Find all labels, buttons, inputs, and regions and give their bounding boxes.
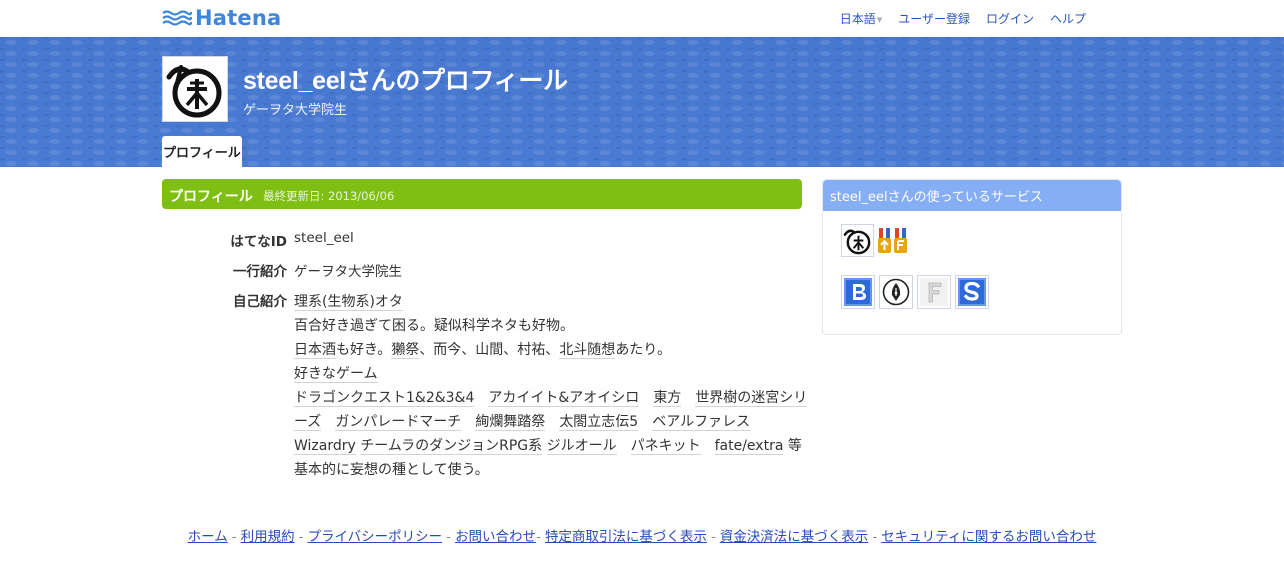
footer-separator: - [446,529,452,545]
logo-text: Hatena [195,6,282,30]
footer-privacy-link[interactable]: プライバシーポリシー [307,529,442,545]
intro-line: ドラゴンクエスト1&2&3&4 アカイイト&アオイシロ 東方 世界樹の迷宮シリ [294,386,808,410]
intro-text-fragment: 等 [783,438,802,454]
field-label-oneline: 一行紹介 [233,264,287,280]
services-panel: steel_eelさんの使っているサービス [822,179,1122,335]
avatar-emblem-icon [166,65,222,118]
intro-line: 理系(生物系)オタ [294,290,802,314]
keyword-link[interactable]: 東方 [653,390,682,407]
page-title: steel_eelさんのプロフィール [243,67,568,95]
footer-security-link[interactable]: セキュリティに関するお問い合わせ [881,529,1096,545]
footer-separator: - [536,529,541,545]
footer-links: ホーム - 利用規約 - プライバシーポリシー - お問い合わせ- 特定商取引法に基づく表示 -… [0,525,1284,545]
footer-shikin-link[interactable]: 資金決済法に基づく表示 [720,529,869,545]
help-link[interactable]: ヘルプ [1050,10,1086,27]
badge-row [841,224,909,257]
service-bookmark[interactable] [841,275,875,309]
intro-line: 好きなゲーム [294,362,802,386]
footer-tokutei-link[interactable]: 特定商取引法に基づく表示 [545,529,707,545]
intro-line: 基本的に妄想の種として使う。 [294,462,489,478]
page-subtitle: ゲーヲタ大学院生 [243,103,348,118]
language-selector[interactable]: 日本語▼ [840,10,882,27]
field-label-id: はてなID [230,234,287,250]
intro-text-fragment: 、而今、山間、村祐、 [419,342,560,358]
footer-contact-link[interactable]: お問い合わせ [455,529,536,545]
footer-separator: - [231,529,237,545]
intro-line: Wizardry チームラのダンジョンRPG系 ジルオール パネキット fate… [294,434,802,458]
profile-section-header: プロフィール 最終更新日: 2013/06/06 [162,179,802,209]
service-icons [841,275,989,309]
keyword-link[interactable]: Wizardry [294,438,356,455]
medal-f-icon [894,227,907,253]
medal-icon [878,227,891,253]
keyword-link[interactable]: チームラのダンジョンRPG系 [360,438,543,455]
footer-terms-link[interactable]: 利用規約 [241,529,295,545]
keyword-link[interactable]: 太閤立志伝5 [559,414,639,431]
field-label-intro: 自己紹介 [233,294,287,310]
footer-home-link[interactable]: ホーム [188,529,228,545]
footer-separator: - [872,529,878,545]
hatena-wave-icon [162,10,192,26]
hatena-logo[interactable]: Hatena [162,6,281,30]
keyword-link[interactable]: 北斗随想 [559,342,616,359]
chevron-down-icon: ▼ [876,15,883,24]
keyword-link[interactable]: 理系(生物系)オタ [294,294,403,311]
avatar-emblem-icon [843,229,871,255]
service-fotolife[interactable] [917,275,951,309]
keyword-link[interactable]: ジルオール [546,438,617,455]
keyword-link[interactable]: ガンパレードマーチ [335,414,462,431]
keyword-link[interactable]: ーズ [294,414,322,431]
keyword-link[interactable]: ドラゴンクエスト1&2&3&4 [294,390,475,407]
keyword-link[interactable]: 世界樹の迷宮シリ [695,390,808,407]
avatar[interactable] [162,56,228,122]
keyword-link[interactable]: 好きなゲーム [294,366,378,383]
keyword-link[interactable]: 獺祭 [391,342,420,359]
last-updated: 最終更新日: 2013/06/06 [263,189,395,203]
footer-separator: - [710,529,716,545]
field-value-id: steel_eel [294,230,354,246]
top-bar: Hatena 日本語▼ ユーザー登録 ログイン ヘルプ [0,0,1284,37]
intro-text-fragment: あたり。 [615,342,672,358]
top-nav: 日本語▼ ユーザー登録 ログイン ヘルプ [840,10,1086,27]
fotolife-f-icon [920,278,948,306]
login-link[interactable]: ログイン [986,10,1034,27]
section-title: プロフィール [169,189,253,205]
keyword-link[interactable]: 絢爛舞踏祭 [475,414,546,431]
keyword-link[interactable]: ベアルファレス [652,414,751,431]
intro-line: 百合好き過ぎて困る。疑似科学ネタも好物。 [294,318,574,334]
keyword-link[interactable]: 日本酒 [294,342,336,359]
service-s-icon [958,278,986,306]
services-panel-title: steel_eelさんの使っているサービス [823,180,1121,211]
footer-separator: - [298,529,304,545]
intro-text-fragment: も好き。 [336,342,392,358]
keyword-link[interactable]: パネキット [630,438,701,455]
pen-nib-icon [882,278,910,306]
intro-line: 日本酒も好き。獺祭、而今、山間、村祐、北斗随想あたり。 [294,338,802,362]
bookmark-b-icon [844,278,872,306]
register-link[interactable]: ユーザー登録 [898,10,970,27]
intro-line: ーズ ガンパレードマーチ 絢爛舞踏祭 太閤立志伝5 ベアルファレス [294,410,802,434]
keyword-link[interactable]: アカイイト&アオイシロ [488,390,640,407]
intro-text: 理系(生物系)オタ 百合好き過ぎて困る。疑似科学ネタも好物。 日本酒も好き。獺祭… [294,290,808,482]
service-s[interactable] [955,275,989,309]
service-blog[interactable] [879,275,913,309]
keyword-link[interactable]: fate/extra [714,438,784,455]
tab-profile[interactable]: プロフィール [162,136,242,167]
language-label: 日本語 [839,12,876,26]
field-value-oneline: ゲーヲタ大学院生 [294,264,402,280]
avatar-small[interactable] [841,224,874,257]
